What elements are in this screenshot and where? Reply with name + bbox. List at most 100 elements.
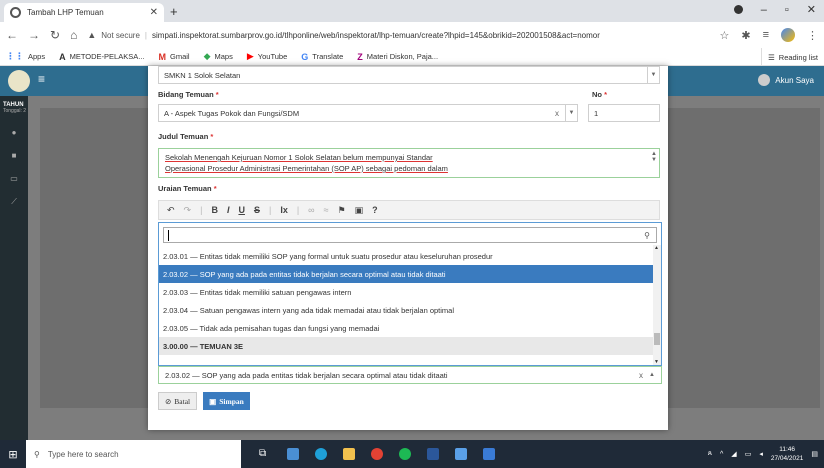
battery-icon[interactable]: ▭ — [745, 450, 752, 458]
option-2-03-02[interactable]: 2.03.02 — SOP yang ada pada entitas tida… — [159, 265, 653, 283]
underline-icon[interactable]: U — [238, 205, 245, 215]
flag-icon[interactable]: ⚑ — [338, 205, 346, 216]
chevron-up-icon[interactable]: ^ — [720, 451, 723, 458]
option-2-03-05[interactable]: 2.03.05 — Tidak ada pemisahan tugas dan … — [159, 319, 653, 337]
option-2-03-04[interactable]: 2.03.04 — Satuan pengawas intern yang ad… — [159, 301, 653, 319]
clear-icon[interactable]: x — [555, 109, 559, 118]
sidebar-date-label: Tonggal: 2 — [3, 108, 27, 114]
menu-icon[interactable]: ⋮ — [807, 29, 818, 42]
chevron-down-icon: ▼ — [647, 67, 659, 83]
save-button[interactable]: ▣ Simpan — [203, 392, 250, 410]
undo-icon[interactable]: ↶ — [167, 205, 175, 216]
bold-icon[interactable]: B — [211, 205, 218, 215]
bookmark-gmail[interactable]: M Gmail — [159, 52, 190, 62]
clear-format-icon[interactable]: Ix — [280, 205, 288, 215]
scroll-up-icon[interactable]: ▲ — [654, 245, 659, 251]
dropdown-scrollbar[interactable]: ▲ ▼ — [653, 245, 661, 365]
sidebar-book-icon[interactable]: ■ — [0, 151, 28, 160]
bookmark-translate[interactable]: G Translate — [301, 52, 343, 62]
address-bar-row: ← → ↻ ⌂ ▲ Not secure | simpati.inspektor… — [0, 22, 824, 48]
photos-icon[interactable] — [455, 448, 467, 460]
browser-tab[interactable]: Tambah LHP Temuan ✕ — [4, 3, 164, 22]
help-icon[interactable]: ? — [372, 205, 378, 215]
option-group-3-00-00: 3.00.00 — TEMUAN 3E — [159, 337, 653, 355]
url-field[interactable]: ▲ Not secure | simpati.inspektorat.sumba… — [87, 25, 709, 45]
close-tab-icon[interactable]: ✕ — [150, 7, 158, 18]
search-icon: ⚲ — [34, 449, 40, 459]
no-input[interactable]: 1 — [588, 104, 660, 122]
scroll-arrows-icon[interactable]: ▲ ▼ — [651, 151, 657, 163]
link-icon[interactable]: ∞ — [308, 205, 314, 215]
scroll-down-icon[interactable]: ▼ — [654, 359, 659, 365]
home-icon[interactable]: ⌂ — [70, 28, 77, 42]
window-controls: – ▫ ✕ — [733, 3, 816, 16]
clock[interactable]: 11:46 27/04/2021 — [771, 445, 804, 463]
task-view-icon[interactable]: ⧉ — [259, 448, 271, 460]
user-avatar — [758, 74, 771, 86]
strikethrough-icon[interactable]: S — [254, 205, 260, 215]
security-label: Not secure — [101, 30, 140, 40]
bidang-label: Bidang Temuan * — [158, 90, 219, 99]
maximize-icon[interactable]: ▫ — [785, 4, 789, 16]
chrome-icon[interactable] — [371, 448, 383, 460]
sidebar-chart-icon[interactable]: ⟋ — [0, 197, 28, 207]
hamburger-icon[interactable]: ≡ — [38, 72, 45, 86]
back-icon[interactable]: ← — [6, 28, 18, 42]
web-app: ≡ Akun Saya TAHUN Tonggal: 2 ● ■ ▭ ⟋ SMK… — [0, 66, 824, 440]
edge-icon[interactable] — [315, 448, 327, 460]
toolbar-divider: | — [296, 205, 300, 215]
bookmark-materi[interactable]: Z Materi Diskon, Paja... — [357, 52, 438, 62]
volume-icon[interactable]: ◂ — [759, 450, 763, 458]
italic-icon[interactable]: I — [227, 205, 230, 215]
cancel-button[interactable]: ⊘ Batal — [158, 392, 198, 410]
obrik-select[interactable]: SMKN 1 Solok Selatan ▼ — [158, 66, 660, 84]
bookmark-youtube[interactable]: ▶ YouTube — [247, 51, 287, 62]
judul-textarea[interactable]: Sekolah Menengah Kejuruan Nomor 1 Solok … — [158, 148, 660, 178]
scroll-thumb[interactable] — [654, 333, 660, 345]
reload-icon[interactable]: ↻ — [50, 28, 60, 42]
profile-avatar[interactable] — [781, 28, 795, 42]
app-icon[interactable] — [483, 448, 495, 460]
bookmark-metode[interactable]: A METODE-PELAKSA... — [59, 52, 144, 62]
star-icon[interactable]: ☆ — [719, 29, 729, 42]
uraian-dropdown: ⚲ 2.03.01 — Entitas tidak memiliki SOP y… — [158, 222, 662, 366]
floppy-icon: ▣ — [209, 396, 217, 406]
uraian-label: Uraian Temuan * — [158, 184, 217, 193]
bookmark-maps[interactable]: ◆ Maps — [204, 51, 233, 62]
app-icon[interactable] — [287, 448, 299, 460]
extension-icon[interactable]: ✱ — [741, 29, 750, 42]
no-label: No * — [592, 90, 608, 99]
user-menu[interactable]: Akun Saya — [758, 74, 814, 86]
file-explorer-icon[interactable] — [343, 448, 355, 460]
taskbar-search[interactable]: ⚲ Type here to search — [26, 440, 241, 468]
unlink-icon[interactable]: ≈ — [324, 205, 329, 215]
z-icon: Z — [357, 51, 363, 62]
sidebar-home-icon[interactable]: ● — [0, 128, 28, 137]
queue-icon[interactable]: ≡ — [763, 29, 769, 41]
reading-list-icon: ☰ — [768, 52, 775, 62]
chevron-up-icon: ▲ — [649, 372, 655, 378]
wifi-icon[interactable]: ◢ — [731, 450, 736, 458]
notification-icon[interactable]: ▤ — [811, 450, 818, 458]
new-tab-button[interactable]: + — [170, 4, 178, 19]
redo-icon[interactable]: ↷ — [184, 205, 192, 216]
bookmark-apps[interactable]: ⋮⋮ Apps — [6, 51, 45, 62]
bidang-select[interactable]: A - Aspek Tugas Pokok dan Fungsi/SDM x ▼ — [158, 104, 578, 122]
dropdown-search-input[interactable]: ⚲ — [163, 227, 657, 243]
close-window-icon[interactable]: ✕ — [807, 3, 816, 16]
option-2-03-03[interactable]: 2.03.03 — Entitas tidak memiliki satuan … — [159, 283, 653, 301]
judul-label: Judul Temuan * — [158, 132, 214, 141]
minimize-icon[interactable]: – — [761, 4, 767, 16]
sidebar-monitor-icon[interactable]: ▭ — [0, 174, 28, 183]
uraian-select[interactable]: 2.03.02 — SOP yang ada pada entitas tida… — [158, 366, 662, 384]
profile-dot-icon[interactable] — [733, 5, 743, 14]
people-icon[interactable]: ጰ — [708, 450, 712, 458]
reading-list-button[interactable]: ☰ Reading list — [761, 48, 818, 66]
image-icon[interactable]: ▣ — [355, 205, 364, 216]
windows-start-icon[interactable]: ⊞ — [0, 440, 26, 468]
spotify-icon[interactable] — [399, 448, 411, 460]
word-icon[interactable] — [427, 448, 439, 460]
clear-icon[interactable]: x — [639, 371, 643, 380]
option-2-03-01[interactable]: 2.03.01 — Entitas tidak memiliki SOP yan… — [159, 247, 653, 265]
forward-icon[interactable]: → — [28, 28, 40, 42]
